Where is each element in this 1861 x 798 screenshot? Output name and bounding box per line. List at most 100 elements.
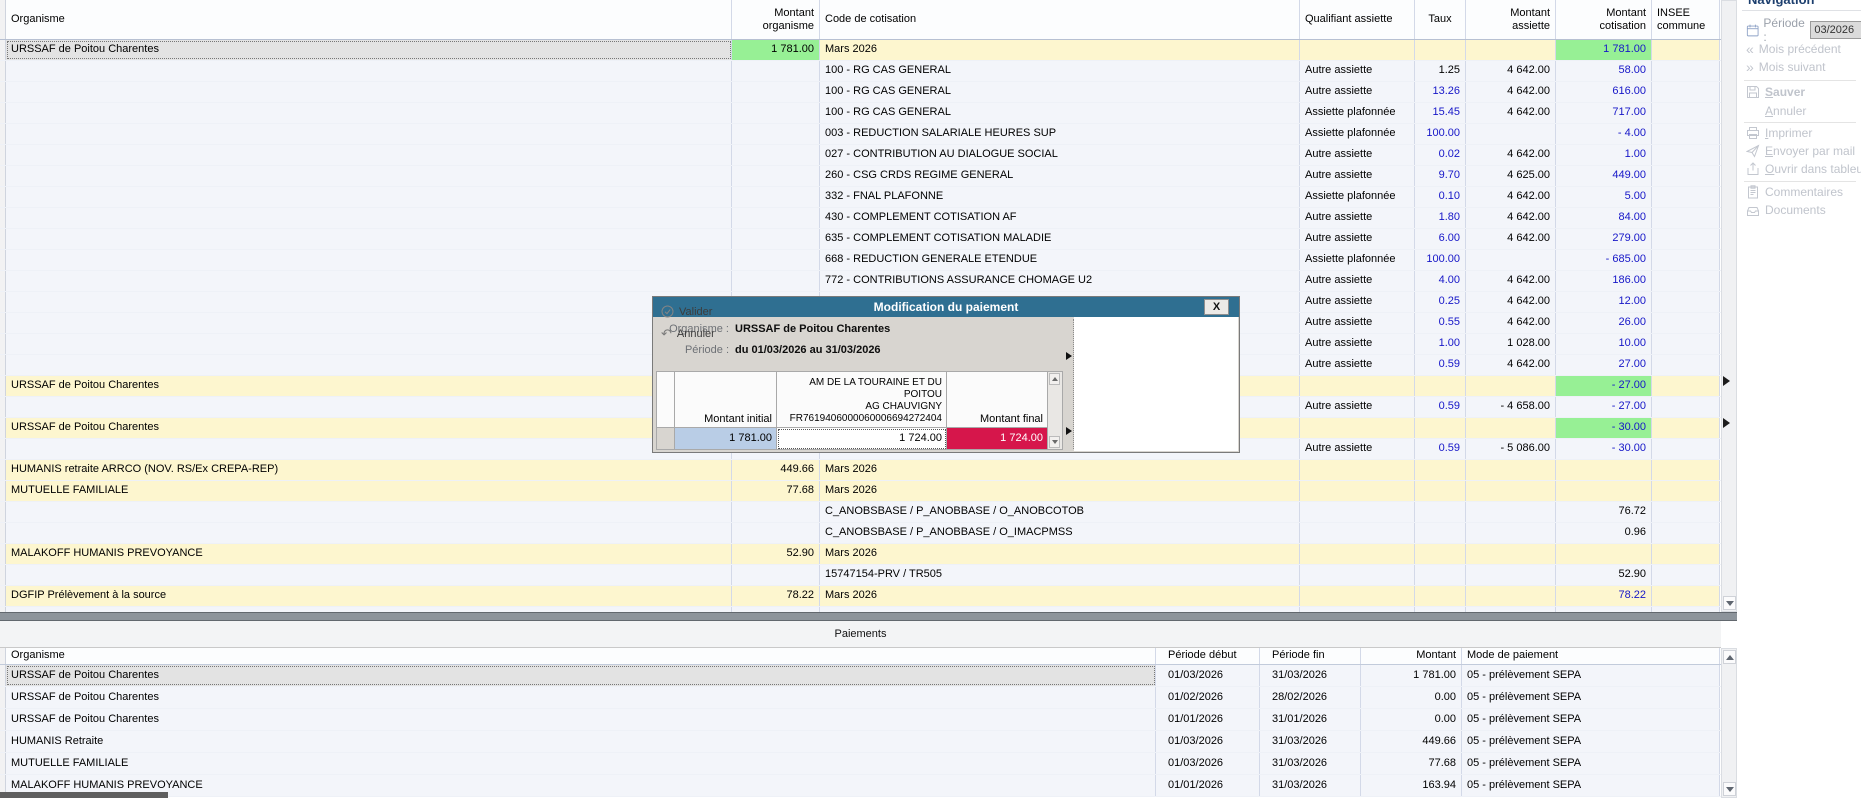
mois-suivant-button[interactable]: » Mois suivant	[1746, 60, 1826, 74]
cell-montant-cotisation[interactable]: - 4.00	[1556, 124, 1652, 144]
cell-organisme[interactable]	[6, 82, 732, 102]
imprimer-button[interactable]: Imprimer	[1746, 126, 1812, 140]
cell-taux[interactable]	[1415, 460, 1466, 480]
scroll-down-button[interactable]	[1723, 596, 1736, 610]
mois-precedent-button[interactable]: « Mois précédent	[1746, 42, 1841, 56]
cell-code-cotisation[interactable]: Mars 2026	[820, 481, 1300, 501]
cell-organisme[interactable]: MUTUELLE FAMILIALE	[6, 481, 732, 501]
cotisation-row[interactable]: URSSAF de Poitou Charentes1 781.00Mars 2…	[0, 40, 1721, 61]
cell-organisme[interactable]	[6, 61, 732, 81]
cell-insee-commune[interactable]	[1652, 334, 1720, 354]
cell-organisme[interactable]	[6, 145, 732, 165]
cell-organisme[interactable]: MUTUELLE FAMILIALE	[6, 753, 1156, 774]
cell-montant-assiette[interactable]: 4 642.00	[1466, 103, 1556, 123]
cell-montant-assiette[interactable]: 4 642.00	[1466, 271, 1556, 291]
cell-montant-cotisation[interactable]: 1 781.00	[1556, 40, 1652, 60]
annuler-button[interactable]: ↶ Annuler	[661, 327, 715, 340]
periode-input[interactable]	[1810, 21, 1861, 39]
cell-qualifiant-assiette[interactable]: Autre assiette	[1300, 313, 1415, 333]
cell-periode-fin[interactable]: 31/03/2026	[1260, 775, 1361, 796]
cell-mode-paiement[interactable]: 05 - prélèvement SEPA	[1462, 709, 1720, 730]
cotisation-row[interactable]: HUMANIS retraite ARRCO (NOV. RS/Ex CREPA…	[0, 460, 1721, 481]
cell-qualifiant-assiette[interactable]: Assiette plafonnée	[1300, 124, 1415, 144]
cell-montant-assiette[interactable]: 4 642.00	[1466, 145, 1556, 165]
cell-insee-commune[interactable]	[1652, 208, 1720, 228]
cell-insee-commune[interactable]	[1652, 565, 1720, 585]
scroll-down-button[interactable]	[1723, 782, 1736, 796]
cell-insee-commune[interactable]	[1652, 271, 1720, 291]
cell-montant-assiette[interactable]	[1466, 250, 1556, 270]
cell-organisme[interactable]: DGFIP Prélèvement à la source	[6, 586, 732, 606]
cell-organisme[interactable]: URSSAF de Poitou Charentes	[6, 709, 1156, 730]
cell-organisme[interactable]: HUMANIS retraite ARRCO (NOV. RS/Ex CREPA…	[6, 460, 732, 480]
cell-montant-assiette[interactable]: 4 642.00	[1466, 229, 1556, 249]
cell-taux[interactable]: 0.02	[1415, 145, 1466, 165]
cell-montant[interactable]: 163.94	[1361, 775, 1462, 796]
cell-taux[interactable]: 4.00	[1415, 271, 1466, 291]
cell-montant-cotisation[interactable]	[1556, 460, 1652, 480]
cell-mode-paiement[interactable]: 05 - prélèvement SEPA	[1462, 687, 1720, 708]
cell-insee-commune[interactable]	[1652, 187, 1720, 207]
cotisation-row[interactable]: 100 - RG CAS GENERALAssiette plafonnée15…	[0, 103, 1721, 124]
valider-button[interactable]: Valider	[661, 305, 712, 318]
cell-organisme[interactable]	[6, 439, 732, 459]
cell-insee-commune[interactable]	[1652, 376, 1720, 396]
cell-montant-organisme[interactable]: 78.22	[732, 586, 820, 606]
cell-montant[interactable]: 449.66	[1361, 731, 1462, 752]
cell-montant[interactable]: 77.68	[1361, 753, 1462, 774]
cell-insee-commune[interactable]	[1652, 166, 1720, 186]
cell-code-cotisation[interactable]: 15747154-PRV / TR505	[820, 565, 1300, 585]
montant-initial-cell[interactable]: 1 781.00	[675, 428, 777, 450]
cell-taux[interactable]: 0.55	[1415, 313, 1466, 333]
cell-taux[interactable]: 9.70	[1415, 166, 1466, 186]
cell-organisme[interactable]	[6, 124, 732, 144]
cell-taux[interactable]	[1415, 544, 1466, 564]
cell-organisme[interactable]	[6, 271, 732, 291]
cell-organisme[interactable]: URSSAF de Poitou Charentes	[6, 418, 732, 438]
cell-code-cotisation[interactable]: 027 - CONTRIBUTION AU DIALOGUE SOCIAL	[820, 145, 1300, 165]
cell-taux[interactable]	[1415, 565, 1466, 585]
cell-montant-assiette[interactable]: 4 642.00	[1466, 187, 1556, 207]
cell-qualifiant-assiette[interactable]	[1300, 481, 1415, 501]
documents-button[interactable]: Documents	[1746, 203, 1826, 217]
cell-montant-organisme[interactable]: 449.66	[732, 460, 820, 480]
cell-organisme[interactable]	[6, 523, 732, 543]
annuler-button[interactable]: Annuler	[1765, 104, 1806, 118]
commentaires-button[interactable]: Commentaires	[1746, 185, 1843, 199]
cell-taux[interactable]: 0.25	[1415, 292, 1466, 312]
cotisation-row[interactable]: MALAKOFF HUMANIS PREVOYANCE52.90Mars 202…	[0, 544, 1721, 565]
cell-taux[interactable]: 1.80	[1415, 208, 1466, 228]
cell-periode-fin[interactable]: 31/01/2026	[1260, 709, 1361, 730]
cell-organisme[interactable]: MALAKOFF HUMANIS PREVOYANCE	[6, 775, 1156, 796]
cell-mode-paiement[interactable]: 05 - prélèvement SEPA	[1462, 665, 1720, 686]
edit-grid-scrollbar[interactable]	[1048, 372, 1063, 450]
cell-code-cotisation[interactable]: Mars 2026	[820, 586, 1300, 606]
cotisation-row[interactable]: 635 - COMPLEMENT COTISATION MALADIEAutre…	[0, 229, 1721, 250]
cell-taux[interactable]: 15.45	[1415, 103, 1466, 123]
cotisation-row[interactable]: 003 - REDUCTION SALARIALE HEURES SUPAssi…	[0, 124, 1721, 145]
cell-periode-fin[interactable]: 31/03/2026	[1260, 731, 1361, 752]
cell-montant-cotisation[interactable]	[1556, 481, 1652, 501]
cotisation-row[interactable]: C_ANOBSBASE / P_ANOBBASE / O_IMACPMSS0.9…	[0, 523, 1721, 544]
cell-qualifiant-assiette[interactable]: Assiette plafonnée	[1300, 250, 1415, 270]
cell-montant-cotisation[interactable]: 27.00	[1556, 355, 1652, 375]
montant-saisi-cell[interactable]: 1 724.00	[777, 428, 947, 450]
cell-insee-commune[interactable]	[1652, 355, 1720, 375]
cell-montant-organisme[interactable]	[732, 61, 820, 81]
cell-montant-organisme[interactable]	[732, 502, 820, 522]
cell-montant-cotisation[interactable]: 58.00	[1556, 61, 1652, 81]
cell-montant-cotisation[interactable]: 449.00	[1556, 166, 1652, 186]
horizontal-splitter[interactable]	[0, 612, 1737, 621]
cell-montant-cotisation[interactable]: 12.00	[1556, 292, 1652, 312]
cell-qualifiant-assiette[interactable]	[1300, 460, 1415, 480]
scroll-down-button[interactable]	[1049, 436, 1060, 448]
cell-periode-fin[interactable]: 31/03/2026	[1260, 665, 1361, 686]
cotisation-row[interactable]: 772 - CONTRIBUTIONS ASSURANCE CHOMAGE U2…	[0, 271, 1721, 292]
cell-periode-debut[interactable]: 01/01/2026	[1156, 709, 1260, 730]
cell-montant-organisme[interactable]	[732, 82, 820, 102]
envoyer-par-mail-button[interactable]: Envoyer par mail	[1746, 144, 1855, 158]
cotisation-row[interactable]: DGFIP Prélèvement à la source78.22Mars 2…	[0, 586, 1721, 607]
cell-organisme[interactable]	[6, 166, 732, 186]
cell-insee-commune[interactable]	[1652, 502, 1720, 522]
cotisation-row[interactable]: 027 - CONTRIBUTION AU DIALOGUE SOCIALAut…	[0, 145, 1721, 166]
